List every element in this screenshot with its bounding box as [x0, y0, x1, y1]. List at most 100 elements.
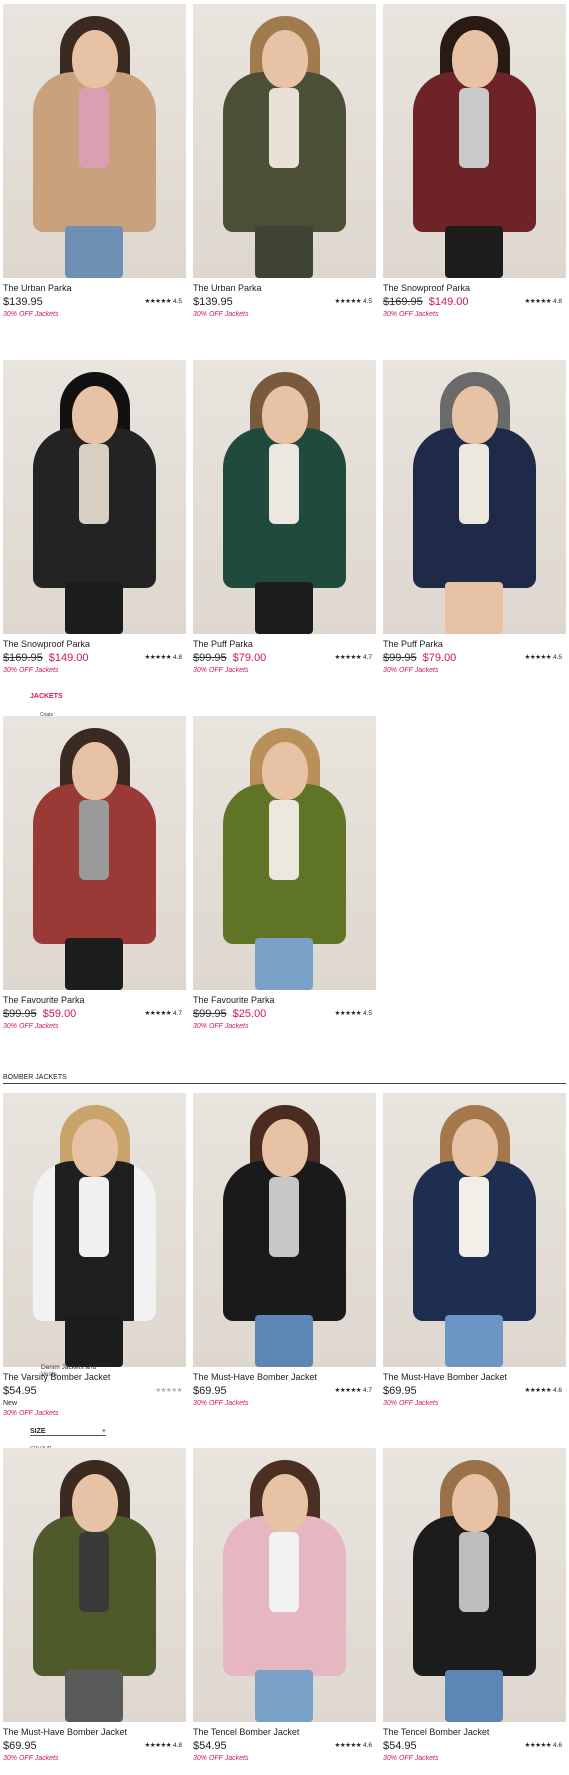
nav-denim-link[interactable]: Denim Jackets and Vests [41, 1364, 96, 1378]
product-image[interactable] [3, 360, 186, 634]
product-name[interactable]: The Tencel Bomber Jacket [193, 1726, 376, 1738]
promo-link[interactable]: 30% OFF Jackets [3, 666, 186, 676]
product-image[interactable] [383, 1093, 566, 1367]
model-face [72, 386, 118, 444]
price-row: $99.95 $59.00 ★★★★★ 4.7 [3, 1006, 186, 1022]
product-rating[interactable]: ★★★★★ 4.6 [335, 1741, 373, 1751]
model-legs [445, 1670, 503, 1722]
star-rating-icon: ★★★★★ [524, 1387, 552, 1394]
product-card[interactable]: The Snowproof Parka $169.95 $149.00 ★★★★★ 4… [383, 4, 566, 320]
product-rating[interactable]: ★★★★★ 4.7 [335, 653, 373, 663]
product-card[interactable]: The Snowproof Parka $169.95 $149.00 ★★★★★ 4… [3, 360, 186, 676]
product-image[interactable] [3, 716, 186, 990]
product-image[interactable] [383, 4, 566, 278]
product-rating[interactable]: ★★★★★ 4.6 [525, 1386, 563, 1396]
promo-link[interactable]: 30% OFF Jackets [3, 1409, 186, 1419]
product-card[interactable]: The Must-Have Bomber Jacket $69.95 ★★★★★ 4… [193, 1093, 376, 1409]
promo-link[interactable]: 30% OFF Jackets [383, 1399, 566, 1409]
product-image[interactable] [193, 716, 376, 990]
promo-link[interactable]: 30% OFF Jackets [383, 310, 566, 320]
product-card[interactable]: The Urban Parka $139.95 ★★★★★ 4.5 30% OFF J… [193, 4, 376, 320]
promo-link[interactable]: 30% OFF Jackets [193, 1754, 376, 1764]
nav-denim-label-2: Vests [41, 1371, 57, 1378]
original-price: $99.95 [193, 1008, 227, 1020]
product-card[interactable]: The Puff Parka $99.95 $79.00 ★★★★★ 4.7 30% O… [193, 360, 376, 676]
rating-value: 4.7 [172, 1010, 182, 1017]
model-face [72, 1474, 118, 1532]
model-shirt [269, 444, 299, 524]
product-image[interactable] [3, 4, 186, 278]
product-name[interactable]: The Puff Parka [383, 638, 566, 650]
promo-link[interactable]: 30% OFF Jackets [193, 310, 376, 320]
product-image[interactable] [193, 4, 376, 278]
price-row: $139.95 ★★★★★ 4.5 [3, 294, 186, 310]
star-rating-icon: ★★★★★ [155, 1387, 182, 1394]
star-rating-icon: ★★★★★ [144, 654, 172, 661]
model-shirt [79, 800, 109, 880]
product-rating[interactable]: ★★★★★ 4.6 [525, 1741, 563, 1751]
product-name[interactable]: The Urban Parka [3, 282, 186, 294]
product-rating[interactable]: ★★★★★ 4.8 [145, 653, 183, 663]
model-face [452, 1474, 498, 1532]
bomber-section-title: BOMBER JACKETS [3, 1074, 67, 1081]
product-image[interactable] [383, 1448, 566, 1722]
model-legs [255, 1315, 313, 1367]
product-image[interactable] [3, 1093, 186, 1367]
product-image[interactable] [3, 1448, 186, 1722]
product-name[interactable]: The Must-Have Bomber Jacket [3, 1726, 186, 1738]
product-rating[interactable]: ★★★★★ 4.5 [335, 1009, 373, 1019]
product-name[interactable]: The Favourite Parka [3, 994, 186, 1006]
product-rating[interactable]: ★★★★★ [155, 1386, 182, 1396]
product-name[interactable]: The Tencel Bomber Jacket [383, 1726, 566, 1738]
promo-link[interactable]: 30% OFF Jackets [3, 310, 186, 320]
product-rating[interactable]: ★★★★★ 4.5 [145, 297, 183, 307]
model-legs [65, 582, 123, 634]
product-rating[interactable]: ★★★★★ 4.7 [145, 1009, 183, 1019]
product-card[interactable]: The Must-Have Bomber Jacket $69.95 ★★★★★ 4… [383, 1093, 566, 1409]
product-image[interactable] [383, 360, 566, 634]
product-card[interactable]: The Favourite Parka $99.95 $59.00 ★★★★★ 4.7… [3, 716, 186, 1032]
star-rating-icon: ★★★★★ [524, 298, 552, 305]
promo-link[interactable]: 30% OFF Jackets [193, 1022, 376, 1032]
product-card[interactable]: The Puff Parka $99.95 $79.00 ★★★★★ 4.5 30% O… [383, 360, 566, 676]
product-name[interactable]: The Snowproof Parka [3, 638, 186, 650]
size-filter-toggle[interactable]: SIZE + [30, 1428, 106, 1436]
product-rating[interactable]: ★★★★★ 4.8 [525, 297, 563, 307]
model-legs [255, 938, 313, 990]
model-face [262, 386, 308, 444]
product-name[interactable]: The Favourite Parka [193, 994, 376, 1006]
promo-link[interactable]: 30% OFF Jackets [193, 666, 376, 676]
product-rating[interactable]: ★★★★★ 4.7 [335, 1386, 373, 1396]
model-shirt [459, 1532, 489, 1612]
product-card[interactable]: The Must-Have Bomber Jacket $69.95 ★★★★★ 4… [3, 1448, 186, 1764]
product-image[interactable] [193, 1448, 376, 1722]
product-name[interactable]: The Must-Have Bomber Jacket [383, 1371, 566, 1383]
plus-icon: + [101, 1428, 106, 1435]
product-card[interactable]: The Tencel Bomber Jacket $54.95 ★★★★★ 4.6 3… [383, 1448, 566, 1764]
product-price: $54.95 [3, 1385, 37, 1397]
promo-link[interactable]: 30% OFF Jackets [193, 1399, 376, 1409]
product-price: $79.00 [422, 652, 457, 664]
promo-link[interactable]: 30% OFF Jackets [383, 1754, 566, 1764]
price-row: $99.95 $79.00 ★★★★★ 4.7 [193, 650, 376, 666]
product-image[interactable] [193, 1093, 376, 1367]
model-legs [445, 1315, 503, 1367]
product-image[interactable] [193, 360, 376, 634]
product-card[interactable]: The Urban Parka $139.95 ★★★★★ 4.5 30% OFF J… [3, 4, 186, 320]
product-card[interactable]: The Tencel Bomber Jacket $54.95 ★★★★★ 4.6 3… [193, 1448, 376, 1764]
promo-link[interactable]: 30% OFF Jackets [3, 1022, 186, 1032]
product-name[interactable]: The Snowproof Parka [383, 282, 566, 294]
product-name[interactable]: The Must-Have Bomber Jacket [193, 1371, 376, 1383]
product-name[interactable]: The Puff Parka [193, 638, 376, 650]
price-row: $99.95 $79.00 ★★★★★ 4.5 [383, 650, 566, 666]
promo-link[interactable]: 30% OFF Jackets [3, 1754, 186, 1764]
rating-value: 4.8 [172, 1742, 182, 1749]
product-rating[interactable]: ★★★★★ 4.8 [145, 1741, 183, 1751]
star-rating-icon: ★★★★★ [334, 1742, 362, 1749]
product-card[interactable]: The Favourite Parka $99.95 $25.00 ★★★★★ 4.5… [193, 716, 376, 1032]
product-rating[interactable]: ★★★★★ 4.5 [335, 297, 373, 307]
nav-jackets-link[interactable]: JACKETS [30, 693, 63, 700]
promo-link[interactable]: 30% OFF Jackets [383, 666, 566, 676]
product-rating[interactable]: ★★★★★ 4.5 [525, 653, 563, 663]
product-name[interactable]: The Urban Parka [193, 282, 376, 294]
